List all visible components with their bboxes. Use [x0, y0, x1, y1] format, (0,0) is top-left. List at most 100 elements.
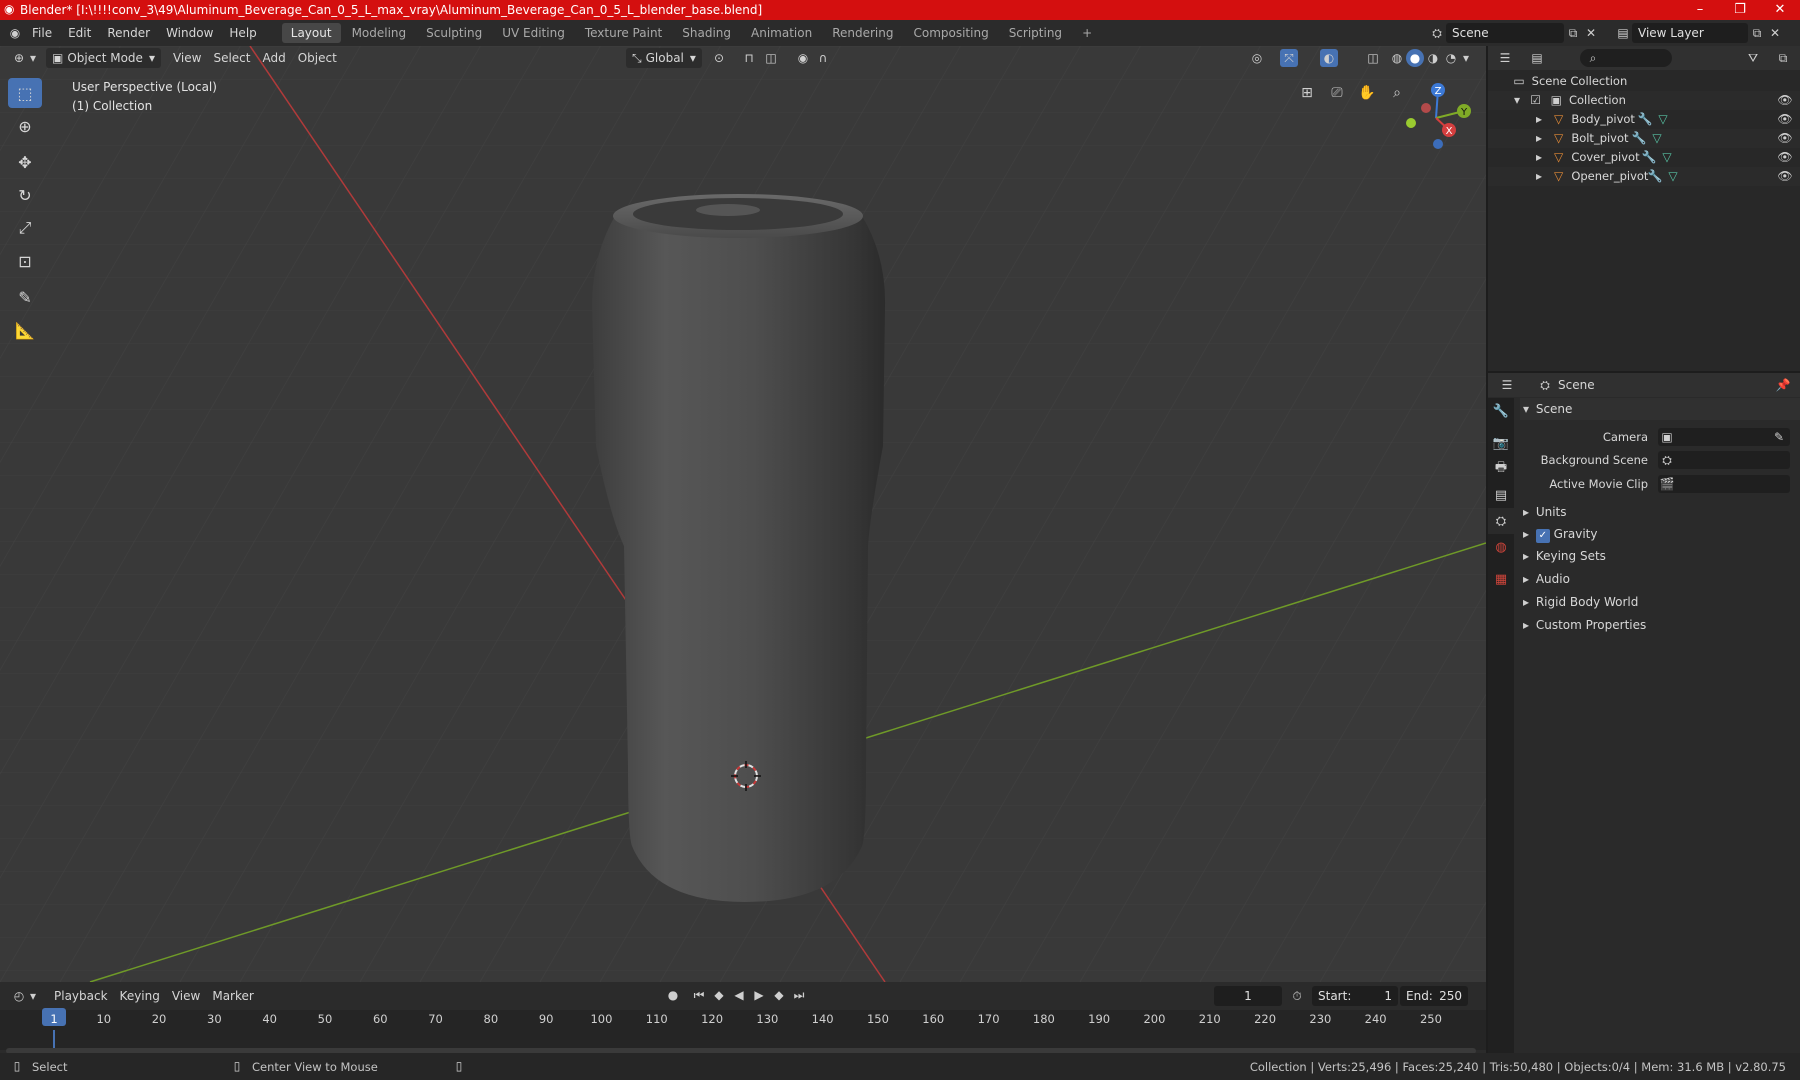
- pivot-point-icon[interactable]: ⊙: [710, 49, 728, 67]
- annotate-tool[interactable]: ✎: [8, 282, 42, 312]
- falloff-icon[interactable]: ∩: [814, 49, 832, 67]
- stopwatch-icon[interactable]: ⏱: [1288, 987, 1306, 1005]
- new-view-layer-icon[interactable]: ⧉: [1748, 24, 1766, 42]
- delete-view-layer-icon[interactable]: ✕: [1766, 24, 1784, 42]
- outliner-row-scene-collection[interactable]: ▭ Scene Collection: [1488, 72, 1800, 91]
- tab-shading[interactable]: Shading: [673, 23, 740, 43]
- new-scene-icon[interactable]: ⧉: [1564, 24, 1582, 42]
- render-tab[interactable]: 📷: [1488, 430, 1514, 456]
- outliner-row-body-pivot[interactable]: ▸ ▽ Body_pivot 🔧 ▽ 👁: [1488, 110, 1800, 129]
- chevron-down-icon[interactable]: ▾: [1460, 49, 1472, 67]
- xray-icon[interactable]: ◫: [1364, 49, 1382, 67]
- display-mode-icon[interactable]: ▤: [1528, 49, 1546, 67]
- end-frame-field[interactable]: End: 250: [1400, 986, 1468, 1006]
- tab-layout[interactable]: Layout: [281, 23, 341, 43]
- view-layer-selector[interactable]: ▤ View Layer ⧉ ✕: [1614, 23, 1784, 43]
- add-workspace-button[interactable]: +: [1073, 23, 1101, 43]
- editor-type-icon[interactable]: ⊕: [10, 49, 28, 67]
- minimize-button[interactable]: –: [1680, 0, 1720, 20]
- scene-tab[interactable]: ⛭: [1488, 508, 1514, 534]
- texture-tab[interactable]: ▦: [1488, 566, 1514, 592]
- material-shading-icon[interactable]: ◑: [1424, 49, 1442, 67]
- filter-icon[interactable]: ⛛: [1744, 49, 1762, 67]
- close-button[interactable]: ✕: [1760, 0, 1800, 20]
- expand-arrow-icon[interactable]: ▸: [1532, 129, 1546, 147]
- object-mode-dropdown[interactable]: ▣ Object Mode ▾: [46, 48, 161, 68]
- playhead-line[interactable]: [53, 1030, 55, 1048]
- start-frame-field[interactable]: Start: 1: [1312, 986, 1398, 1006]
- view-layer-name-field[interactable]: View Layer: [1632, 23, 1748, 43]
- eye-icon[interactable]: 👁: [1776, 148, 1794, 166]
- units-panel[interactable]: ▸ Units: [1520, 501, 1800, 523]
- outliner-editor-icon[interactable]: ☰: [1496, 49, 1514, 67]
- hand-pan-icon[interactable]: ✋: [1356, 82, 1378, 104]
- gravity-checkbox[interactable]: ✓: [1535, 529, 1550, 543]
- maximize-button[interactable]: ❐: [1720, 0, 1760, 20]
- current-frame-field[interactable]: 1: [1214, 986, 1282, 1006]
- grid-view-icon[interactable]: ⊞: [1296, 82, 1318, 104]
- menu-view[interactable]: View: [167, 48, 207, 68]
- next-keyframe-icon[interactable]: ◆: [770, 986, 788, 1004]
- properties-editor-icon[interactable]: ☰: [1498, 376, 1516, 394]
- tool-tab[interactable]: 🔧: [1488, 398, 1514, 424]
- gizmo-toggle-icon[interactable]: ⤧: [1280, 49, 1298, 67]
- snap-target-icon[interactable]: ◫: [762, 49, 780, 67]
- menu-file[interactable]: File: [24, 20, 60, 46]
- timeline-editor-icon[interactable]: ◴: [10, 987, 28, 1005]
- menu-render[interactable]: Render: [99, 20, 158, 46]
- rendered-shading-icon[interactable]: ◔: [1442, 49, 1460, 67]
- eyedropper-icon[interactable]: ✎: [1770, 428, 1788, 446]
- menu-view[interactable]: View: [166, 986, 206, 1006]
- eye-icon[interactable]: 👁: [1776, 110, 1794, 128]
- blender-menu-icon[interactable]: ◉: [6, 24, 24, 42]
- delete-scene-icon[interactable]: ✕: [1582, 24, 1600, 42]
- menu-add[interactable]: Add: [256, 48, 291, 68]
- solid-shading-icon[interactable]: ●: [1406, 49, 1424, 67]
- 3d-viewport[interactable]: [0, 46, 1486, 982]
- snap-icon[interactable]: ⊓: [740, 49, 758, 67]
- output-tab[interactable]: 🖶: [1488, 456, 1514, 482]
- scene-section-header[interactable]: ▾ Scene: [1520, 398, 1800, 420]
- new-collection-icon[interactable]: ⧉: [1774, 49, 1792, 67]
- active-movie-clip-field[interactable]: 🎬: [1658, 475, 1790, 493]
- eye-icon[interactable]: 👁: [1776, 167, 1794, 185]
- navigation-gizmo[interactable]: Z Y X: [1396, 78, 1476, 156]
- transform-tool[interactable]: ⊡: [8, 246, 42, 276]
- play-icon[interactable]: ▶: [750, 986, 768, 1004]
- tab-sculpting[interactable]: Sculpting: [417, 23, 491, 43]
- scene-name-field[interactable]: Scene: [1446, 23, 1564, 43]
- record-icon[interactable]: ●: [664, 986, 682, 1004]
- outliner-row-bolt-pivot[interactable]: ▸ ▽ Bolt_pivot 🔧 ▽ 👁: [1488, 129, 1800, 148]
- pin-icon[interactable]: 📌: [1774, 376, 1792, 394]
- expand-arrow-icon[interactable]: ▸: [1532, 148, 1546, 166]
- rotate-tool[interactable]: ↻: [8, 180, 42, 210]
- tab-uv-editing[interactable]: UV Editing: [493, 23, 574, 43]
- menu-playback[interactable]: Playback: [48, 986, 114, 1006]
- custom-properties-panel[interactable]: ▸ Custom Properties: [1520, 614, 1800, 636]
- tab-texture-paint[interactable]: Texture Paint: [576, 23, 671, 43]
- audio-panel[interactable]: ▸ Audio: [1520, 568, 1800, 590]
- scene-selector[interactable]: ⛭ Scene ⧉ ✕: [1428, 23, 1600, 43]
- outliner-row-collection[interactable]: ▾ ☑ ▣ Collection 👁: [1488, 91, 1800, 110]
- transform-orientation-dropdown[interactable]: ⤡ Global ▾: [626, 48, 702, 68]
- expand-arrow-icon[interactable]: ▾: [1510, 91, 1524, 109]
- outliner-search-input[interactable]: ⌕: [1580, 49, 1672, 67]
- tab-compositing[interactable]: Compositing: [904, 23, 997, 43]
- tab-animation[interactable]: Animation: [742, 23, 821, 43]
- outliner-row-opener-pivot[interactable]: ▸ ▽ Opener_pivot 🔧 ▽ 👁: [1488, 167, 1800, 186]
- menu-help[interactable]: Help: [221, 20, 264, 46]
- rigid-body-world-panel[interactable]: ▸ Rigid Body World: [1520, 591, 1800, 613]
- scale-tool[interactable]: ⤢: [8, 213, 42, 243]
- eye-icon[interactable]: 👁: [1776, 91, 1794, 109]
- cursor-tool[interactable]: ⊕: [8, 111, 42, 141]
- menu-window[interactable]: Window: [158, 20, 221, 46]
- view-layer-tab[interactable]: ▤: [1488, 482, 1514, 508]
- menu-keying[interactable]: Keying: [114, 986, 166, 1006]
- jump-end-icon[interactable]: ⏭: [790, 986, 808, 1004]
- select-box-tool[interactable]: ⬚: [8, 78, 42, 108]
- play-reverse-icon[interactable]: ◀: [730, 986, 748, 1004]
- visibility-icon[interactable]: ◎: [1248, 49, 1266, 67]
- checkbox-icon[interactable]: ☑: [1528, 91, 1544, 109]
- keying-sets-panel[interactable]: ▸ Keying Sets: [1520, 545, 1800, 567]
- eye-icon[interactable]: 👁: [1776, 129, 1794, 147]
